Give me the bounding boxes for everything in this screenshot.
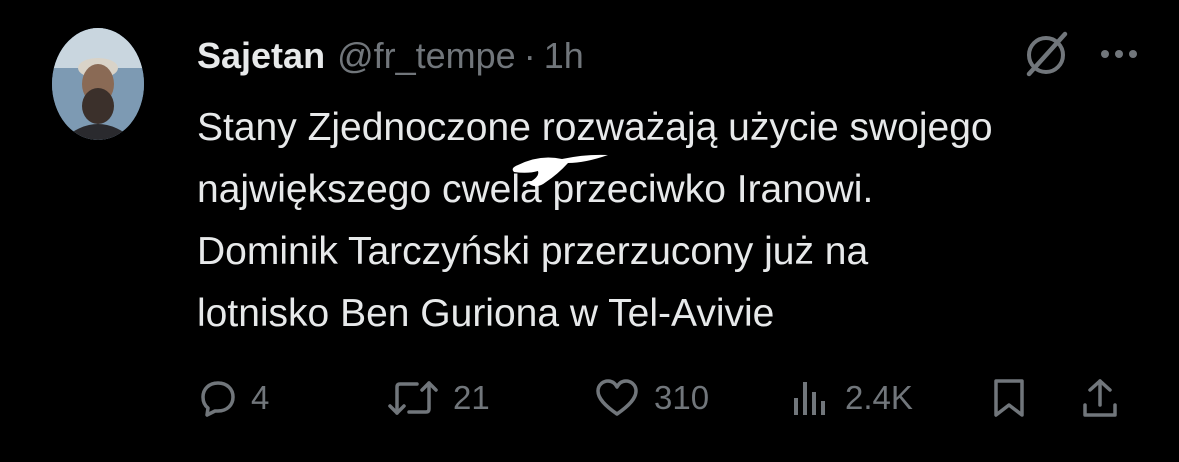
- bookmark-icon: [992, 377, 1026, 419]
- share-button[interactable]: [1082, 370, 1118, 426]
- views-button[interactable]: 2.4K: [791, 370, 913, 426]
- tweet-header: Sajetan @fr_tempe · 1h: [197, 30, 584, 82]
- tweet-text: Stany Zjednoczone rozważają użycie swoje…: [197, 97, 1127, 345]
- tweet-text-line: Dominik Tarczyński przerzucony już na: [197, 230, 869, 273]
- views-icon: [791, 378, 831, 418]
- repost-button[interactable]: 21: [387, 370, 490, 426]
- views-count: 2.4K: [845, 379, 913, 416]
- author-handle[interactable]: @fr_tempe: [337, 35, 516, 77]
- avatar[interactable]: [52, 28, 144, 140]
- tweet-text-line: Stany Zjednoczone rozważają użycie swoje…: [197, 106, 993, 149]
- like-count: 310: [654, 379, 710, 416]
- repost-icon: [387, 378, 439, 418]
- more-icon[interactable]: [1099, 48, 1139, 60]
- like-button[interactable]: 310: [594, 370, 709, 426]
- tweet-actions: 4 21 310 2.4K: [197, 370, 1127, 426]
- reply-count: 4: [251, 379, 270, 416]
- tweet-text-line: największego cwela przeciwko Iranowi.: [197, 168, 874, 211]
- avatar-photo: [52, 28, 144, 140]
- reply-icon: [199, 379, 237, 417]
- repost-count: 21: [453, 379, 490, 416]
- scribble-overlay: [512, 154, 608, 187]
- separator-dot: ·: [523, 35, 536, 76]
- share-icon: [1082, 377, 1118, 419]
- tweet-text-line: lotnisko Ben Guriona w Tel-Avivie: [197, 292, 775, 335]
- bookmark-button[interactable]: [992, 370, 1026, 426]
- heart-icon: [594, 378, 640, 418]
- author-name[interactable]: Sajetan: [197, 35, 325, 77]
- reply-button[interactable]: 4: [199, 370, 269, 426]
- tweet-top-actions: [1021, 28, 1139, 80]
- tweet-time[interactable]: 1h: [544, 35, 584, 77]
- grok-icon[interactable]: [1021, 28, 1073, 80]
